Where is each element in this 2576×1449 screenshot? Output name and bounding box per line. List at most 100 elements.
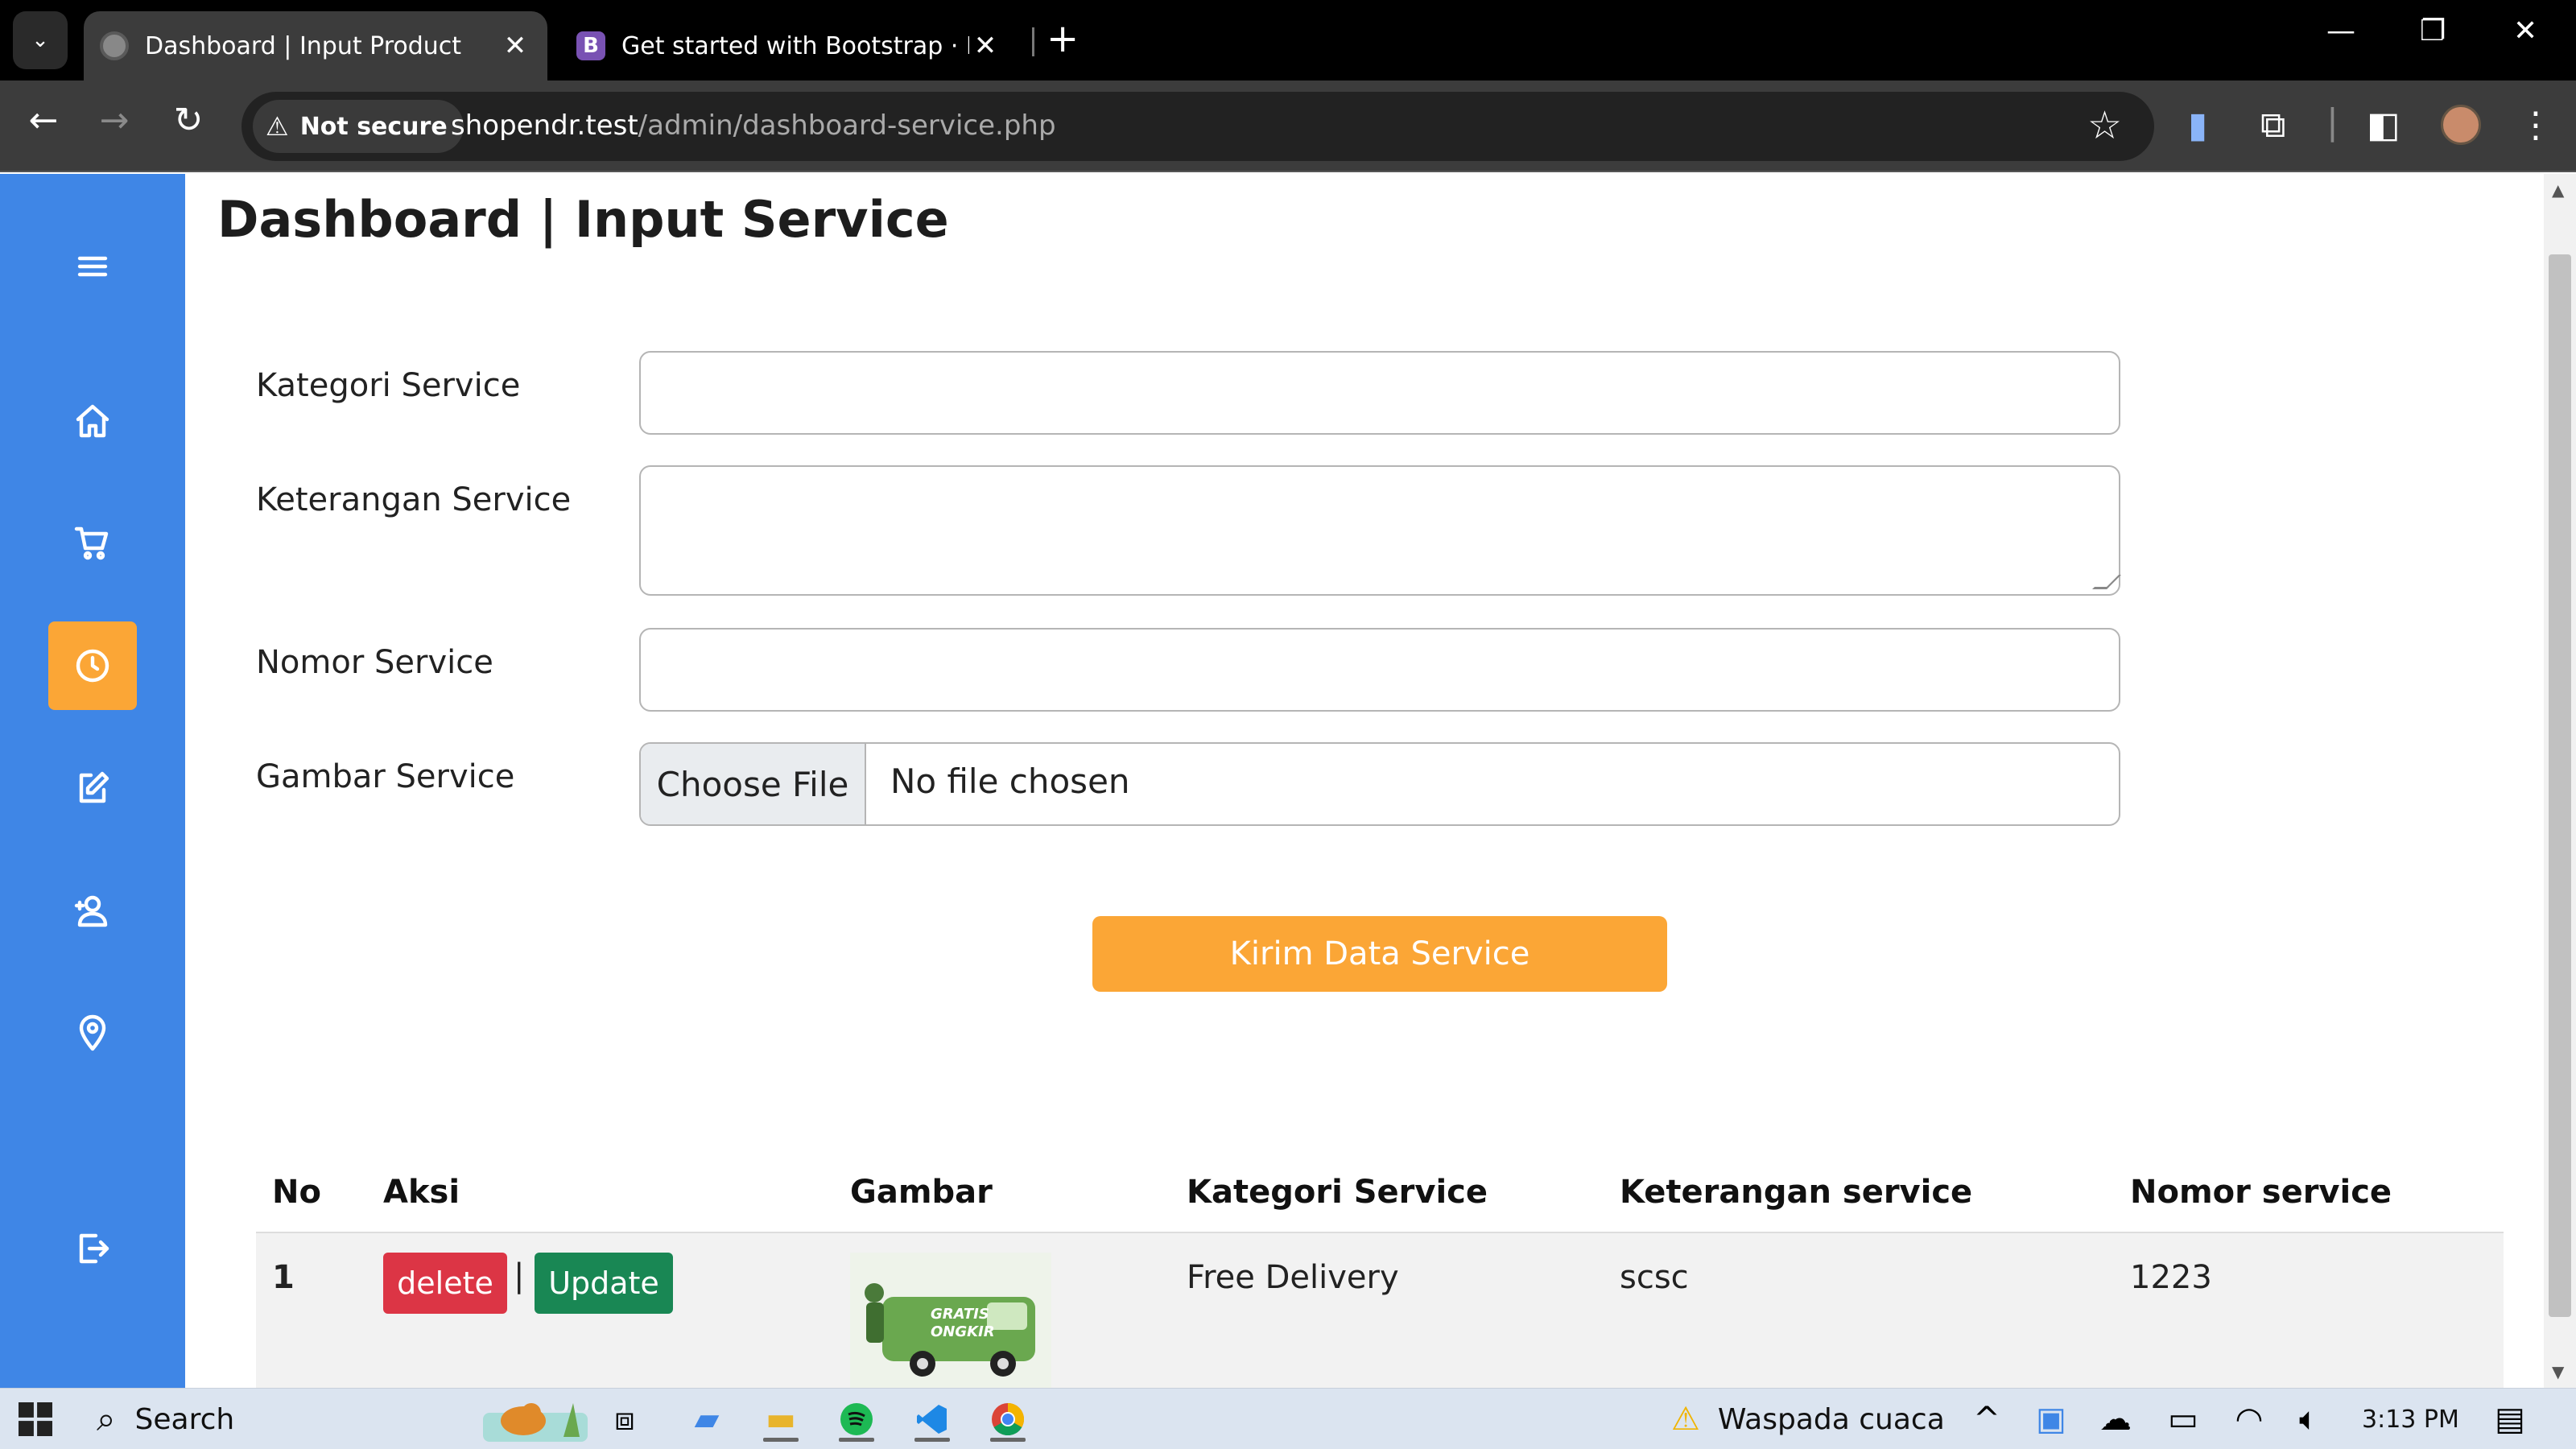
tab-dashboard[interactable]: Dashboard | Input Product ✕ (84, 11, 547, 80)
close-tab-icon[interactable]: ✕ (499, 30, 531, 62)
clock-time[interactable]: 3:13 PM (2362, 1389, 2459, 1449)
show-hidden-icons-icon[interactable]: ^ (1964, 1397, 2009, 1442)
address-bar[interactable]: ⚠ Not secure shopendr.test/admin/dashboa… (242, 92, 2154, 161)
running-indicator (839, 1438, 874, 1442)
forward-icon[interactable]: → (90, 100, 138, 141)
running-indicator (914, 1438, 950, 1442)
google-docs-extension-icon[interactable]: ▮ (2188, 105, 2207, 146)
th-gambar: Gambar (850, 1174, 993, 1211)
clock-icon[interactable] (48, 621, 137, 710)
profile-avatar[interactable] (2441, 105, 2481, 145)
th-kategori: Kategori Service (1187, 1174, 1488, 1211)
keterangan-textarea[interactable] (639, 465, 2121, 596)
delete-button[interactable]: delete (383, 1253, 507, 1314)
cell-nomor: 1223 (2130, 1259, 2212, 1296)
menu-icon[interactable] (48, 222, 137, 311)
onedrive-icon[interactable]: ☁ (2093, 1397, 2138, 1442)
page-scrollbar[interactable]: ▲ ▼ (2544, 174, 2576, 1388)
globe-icon (100, 31, 129, 60)
scroll-up-icon[interactable]: ▲ (2552, 180, 2564, 200)
weather-warning-icon: ⚠ (1671, 1401, 1700, 1438)
th-no: No (272, 1174, 321, 1211)
notifications-icon[interactable]: ▤ (2487, 1397, 2533, 1442)
sidebar (0, 174, 185, 1388)
file-status: No file chosen (890, 762, 1130, 801)
delivery-van-image: GRATIS ONGKIR (865, 1283, 1035, 1377)
edit-icon[interactable] (48, 744, 137, 832)
choose-file-button[interactable]: Choose File (641, 744, 866, 824)
search-highlight-tiger-icon[interactable] (483, 1397, 588, 1442)
resize-handle[interactable] (2092, 575, 2121, 589)
side-panel-icon[interactable]: ◧ (2367, 105, 2401, 146)
nomor-input[interactable] (639, 628, 2120, 712)
logout-icon[interactable] (48, 1204, 137, 1293)
gambar-file-input[interactable]: Choose File No file chosen (639, 742, 2120, 826)
kategori-input[interactable] (639, 351, 2120, 435)
running-indicator (763, 1438, 799, 1442)
image-text-ongkir: ONGKIR (931, 1323, 995, 1340)
th-keterangan: Keterangan service (1620, 1174, 1973, 1211)
action-separator: | (514, 1257, 525, 1294)
taskbar-search[interactable]: ⌕ Search (97, 1389, 234, 1449)
toolbar-divider: | (2326, 101, 2339, 142)
app-tray-icon[interactable]: ▣ (2029, 1397, 2074, 1442)
tab-bootstrap[interactable]: B Get started with Bootstrap · Boo ✕ (564, 11, 1014, 80)
extensions-icon[interactable]: ⧉ (2260, 105, 2285, 146)
wifi-icon[interactable]: ◠ (2227, 1397, 2272, 1442)
bootstrap-icon: B (576, 31, 605, 60)
location-icon[interactable] (48, 989, 137, 1077)
search-label: Search (134, 1402, 235, 1436)
keterangan-label: Keterangan Service (256, 481, 572, 518)
cart-icon[interactable] (48, 499, 137, 588)
warning-icon: ⚠ (266, 111, 289, 142)
spotify-icon[interactable] (834, 1397, 879, 1442)
url-host: shopendr.test (451, 109, 638, 142)
reload-icon[interactable]: ↻ (164, 100, 213, 141)
scroll-down-icon[interactable]: ▼ (2552, 1362, 2564, 1381)
cell-kategori: Free Delivery (1187, 1259, 1399, 1296)
security-label: Not secure (299, 112, 448, 141)
tab-title: Get started with Bootstrap · Boo (621, 31, 969, 60)
close-tab-icon[interactable]: ✕ (969, 30, 1001, 62)
new-tab-icon[interactable]: + (1046, 16, 1079, 61)
file-explorer-icon[interactable]: ▬ (758, 1397, 803, 1442)
tab-search-button[interactable]: ⌄ (13, 11, 68, 69)
running-indicator (990, 1438, 1026, 1442)
page-title: Dashboard | Input Service (217, 190, 949, 249)
scroll-thumb[interactable] (2549, 254, 2571, 1317)
back-icon[interactable]: ← (19, 100, 68, 141)
close-window-icon[interactable]: ✕ (2513, 14, 2537, 47)
url-text[interactable]: shopendr.test/admin/dashboard-service.ph… (451, 109, 1056, 142)
tab-separator (1032, 27, 1034, 56)
tab-title: Dashboard | Input Product (145, 31, 462, 60)
browser-toolbar: ← → ↻ ⚠ Not secure shopendr.test/admin/d… (0, 80, 2576, 172)
security-chip[interactable]: ⚠ Not secure (253, 100, 464, 153)
chrome-icon[interactable] (985, 1397, 1030, 1442)
th-nomor: Nomor service (2130, 1174, 2392, 1211)
url-path: /admin/dashboard-service.php (638, 109, 1056, 142)
cell-no: 1 (272, 1259, 295, 1296)
vscode-icon[interactable] (910, 1397, 955, 1442)
volume-muted-icon[interactable]: 🔈︎ (2286, 1397, 2331, 1442)
update-button[interactable]: Update (535, 1253, 673, 1314)
add-user-icon[interactable] (48, 866, 137, 955)
windows-taskbar: ⌕ Search ⧈ ▰ ▬ ⚠ Waspada cuaca ^ ▣ ☁ ▭ ◠… (0, 1388, 2576, 1449)
widgets-icon[interactable]: ▰ (684, 1397, 729, 1442)
image-text-gratis: GRATIS (931, 1306, 989, 1323)
battery-icon[interactable]: ▭ (2161, 1397, 2206, 1442)
gambar-label: Gambar Service (256, 758, 515, 795)
main-content: Dashboard | Input Service Kategori Servi… (185, 174, 2544, 1388)
bookmark-star-icon[interactable]: ☆ (2087, 103, 2122, 148)
th-aksi: Aksi (383, 1174, 460, 1211)
weather-widget[interactable]: ⚠ Waspada cuaca (1671, 1389, 1945, 1449)
home-icon[interactable] (48, 377, 137, 465)
submit-button[interactable]: Kirim Data Service (1092, 916, 1667, 992)
task-view-icon[interactable]: ⧈ (602, 1397, 647, 1442)
kategori-label: Kategori Service (256, 367, 521, 404)
service-thumbnail: GRATIS ONGKIR (850, 1253, 1051, 1388)
more-menu-icon[interactable]: ⋮ (2518, 105, 2553, 146)
windows-start-icon[interactable] (13, 1397, 58, 1442)
cell-keterangan: scsc (1620, 1259, 1689, 1296)
minimize-icon[interactable]: — (2326, 14, 2355, 47)
restore-icon[interactable]: ❐ (2420, 14, 2446, 47)
